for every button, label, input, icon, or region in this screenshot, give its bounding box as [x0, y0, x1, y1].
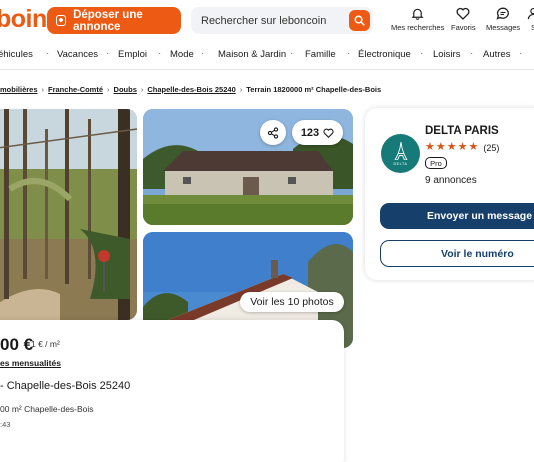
favorite-button[interactable]: 123	[292, 120, 343, 145]
eiffel-tower-icon	[393, 141, 408, 160]
search-button[interactable]	[349, 10, 370, 31]
separator-dot: ·	[106, 48, 110, 59]
search-icon	[354, 15, 365, 26]
search-input[interactable]: Rechercher sur leboncoin	[191, 7, 373, 34]
breadcrumb-region[interactable]: Franche-Comté	[48, 85, 103, 94]
breadcrumb-city[interactable]: Chapelle-des-Bois 25240	[147, 85, 235, 94]
category-vacances[interactable]: Vacances	[57, 49, 98, 60]
plus-icon	[56, 15, 67, 26]
category-autres[interactable]: Autres	[483, 49, 510, 60]
category-emploi[interactable]: Emploi	[118, 49, 147, 60]
account-link[interactable]: S	[527, 7, 534, 32]
breadcrumb-current: Terrain 1820000 m² Chapelle-des-Bois	[246, 85, 382, 94]
star-icon: ★	[425, 141, 435, 153]
my-searches-link[interactable]: Mes recherches	[391, 7, 444, 32]
send-message-button[interactable]: Envoyer un message	[380, 203, 534, 229]
category-mode[interactable]: Mode	[170, 49, 194, 60]
category-famille[interactable]: Famille	[305, 49, 336, 60]
listing-price: 00 €	[0, 335, 34, 354]
favorites-label: Favoris	[451, 23, 476, 32]
heart-icon	[456, 7, 470, 20]
heart-icon	[323, 128, 334, 138]
share-icon	[267, 126, 279, 139]
post-ad-button[interactable]: Déposer une annonce	[47, 7, 181, 34]
separator-dot: ·	[46, 48, 50, 59]
star-icon: ★	[435, 141, 446, 153]
breadcrumb-separator: ›	[41, 85, 45, 94]
leboncoin-logo[interactable]: boin	[0, 5, 47, 34]
main-photo-forest[interactable]	[0, 109, 137, 320]
breadcrumb-department[interactable]: Doubs	[114, 85, 137, 94]
separator-dot: ·	[290, 48, 294, 59]
category-nav: éhicules · Vacances · Emploi · Mode · Ma…	[0, 40, 534, 70]
search-placeholder: Rechercher sur leboncoin	[201, 14, 327, 27]
show-number-button[interactable]: Voir le numéro	[380, 240, 534, 267]
listing-subtitle: 00 m² Chapelle-des-Bois	[0, 404, 94, 414]
breadcrumb-separator: ›	[107, 85, 110, 94]
favorites-link[interactable]: Favoris	[451, 7, 476, 32]
post-ad-label: Déposer une annonce	[73, 8, 143, 33]
chat-icon	[496, 7, 510, 20]
breadcrumb-immobilier[interactable]: mobilières	[0, 85, 38, 94]
my-searches-label: Mes recherches	[391, 23, 445, 32]
breadcrumb-separator: ›	[239, 85, 243, 94]
separator-dot: ·	[420, 48, 424, 59]
seller-ad-count[interactable]: 9 annonces	[425, 175, 477, 186]
breadcrumb-separator: ›	[140, 85, 144, 94]
monthly-payments-link[interactable]: es mensualités	[0, 358, 61, 368]
star-icon: ★	[457, 141, 468, 153]
separator-dot: ·	[347, 48, 351, 59]
review-count: (25)	[483, 142, 500, 153]
category-maison-jardin[interactable]: Maison & Jardin	[218, 49, 286, 60]
star-icon: ★	[446, 141, 457, 153]
star-icon: ★	[468, 141, 479, 153]
seller-avatar[interactable]: DELTA	[381, 134, 420, 173]
separator-dot: ·	[201, 48, 205, 59]
price-per-m2: 1 € / m²	[31, 339, 60, 349]
separator-dot: ·	[470, 48, 474, 59]
messages-label: Messages	[486, 23, 521, 32]
seller-name[interactable]: DELTA PARIS	[425, 125, 499, 137]
pro-badge: Pro	[425, 157, 447, 169]
favorite-count: 123	[300, 126, 320, 139]
separator-dot: ·	[519, 48, 523, 59]
listing-time: :43	[0, 420, 11, 429]
category-vehicles[interactable]: éhicules	[0, 49, 33, 60]
category-loisirs[interactable]: Loisirs	[433, 49, 460, 60]
top-header: boin Déposer une annonce Rechercher sur …	[0, 0, 534, 40]
share-button[interactable]	[260, 120, 286, 145]
separator-dot: ·	[158, 48, 162, 59]
seller-logo-text: DELTA	[393, 161, 408, 166]
breadcrumb: mobilières › Franche-Comté › Doubs › Chapelle-…	[0, 85, 381, 94]
see-all-photos-button[interactable]: Voir les 10 photos	[240, 292, 344, 312]
seller-rating[interactable]: ★ ★ ★ ★ ★ (25)	[425, 142, 499, 153]
messages-link[interactable]: Messages	[486, 7, 520, 32]
category-electronique[interactable]: Électronique	[358, 49, 411, 60]
bell-icon	[411, 8, 424, 20]
user-icon	[527, 7, 534, 20]
listing-location: - Chapelle-des-Bois 25240	[0, 380, 131, 392]
